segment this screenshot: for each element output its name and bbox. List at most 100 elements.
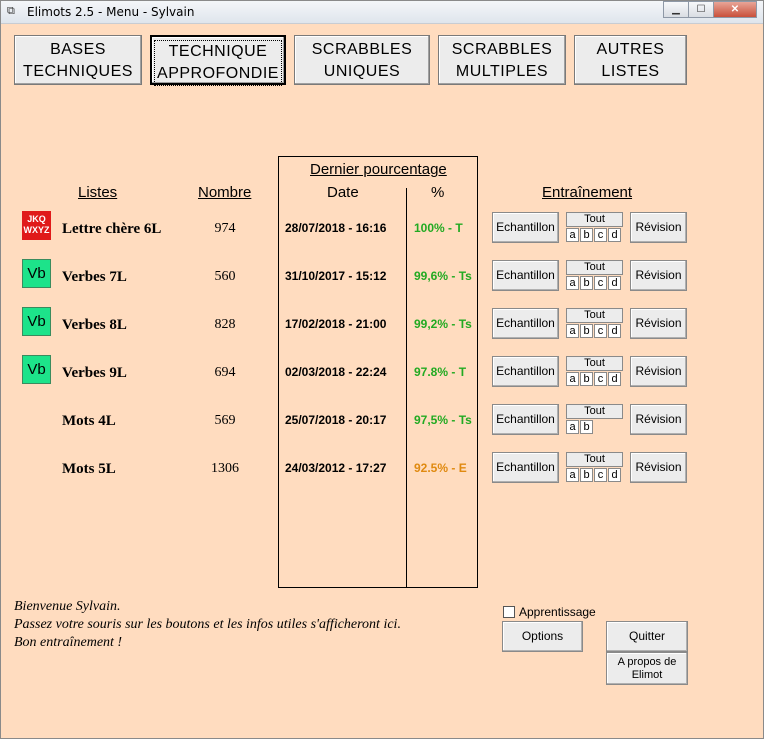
app-icon: ⧉ xyxy=(7,5,15,17)
list-count: 569 xyxy=(214,413,236,428)
options-button[interactable]: Options xyxy=(502,621,583,652)
nav-label-line2: TECHNIQUES xyxy=(23,63,133,80)
maximize-button[interactable]: ☐ xyxy=(688,1,714,18)
nav-scrabbles-uniques-button[interactable]: SCRABBLES UNIQUES xyxy=(294,35,430,85)
last-percentage-divider xyxy=(406,188,407,588)
apprentissage-checkbox[interactable] xyxy=(503,606,515,618)
nav-label-line1: SCRABBLES xyxy=(311,41,413,58)
revision-button[interactable]: Révision xyxy=(630,260,687,291)
tout-button[interactable]: Tout xyxy=(566,404,623,419)
header-dernier-pourcentage: Dernier pourcentage xyxy=(310,161,447,178)
letter-button-c[interactable]: c xyxy=(594,468,607,482)
echantillon-button[interactable]: Echantillon xyxy=(492,308,559,339)
close-button[interactable]: ✕ xyxy=(713,1,757,18)
letter-buttons: ab xyxy=(566,420,594,434)
echantillon-button[interactable]: Echantillon xyxy=(492,404,559,435)
letter-button-c[interactable]: c xyxy=(594,276,607,290)
list-name: Mots 4L xyxy=(62,413,116,429)
letter-button-a[interactable]: a xyxy=(566,372,579,386)
message-line: Bon entraînement ! xyxy=(14,635,123,650)
tout-button[interactable]: Tout xyxy=(566,356,623,371)
echantillon-button[interactable]: Echantillon xyxy=(492,452,559,483)
nav-label-line2: LISTES xyxy=(601,63,660,80)
nav-scrabbles-multiples-button[interactable]: SCRABBLES MULTIPLES xyxy=(438,35,566,85)
revision-button[interactable]: Révision xyxy=(630,308,687,339)
verb-list-icon: Vb xyxy=(22,259,51,288)
nav-label-line1: SCRABBLES xyxy=(451,41,553,58)
letter-button-d[interactable]: d xyxy=(608,468,621,482)
echantillon-button[interactable]: Echantillon xyxy=(492,212,559,243)
title-bar: ⧉ Elimots 2.5 - Menu - Sylvain ▁ ☐ ✕ xyxy=(1,1,763,24)
letter-button-d[interactable]: d xyxy=(608,324,621,338)
last-percentage: 92.5% - E xyxy=(414,461,467,475)
letter-button-c[interactable]: c xyxy=(594,372,607,386)
window-title: Elimots 2.5 - Menu - Sylvain xyxy=(27,5,195,19)
tout-button[interactable]: Tout xyxy=(566,308,623,323)
header-nombre: Nombre xyxy=(198,184,252,201)
nav-label-line1: TECHNIQUE xyxy=(168,43,268,60)
nav-label-line2: MULTIPLES xyxy=(455,63,549,80)
letter-button-b[interactable]: b xyxy=(580,324,593,338)
letter-button-d[interactable]: d xyxy=(608,372,621,386)
letter-button-b[interactable]: b xyxy=(580,468,593,482)
focus-outline: TECHNIQUE APPROFONDIE xyxy=(154,40,282,86)
nav-label-line1: BASES xyxy=(50,41,106,58)
message-line: Bienvenue Sylvain. xyxy=(14,599,121,614)
list-name: Verbes 9L xyxy=(62,365,127,381)
nav-autres-listes-button[interactable]: AUTRES LISTES xyxy=(574,35,687,85)
nav-technique-approfondie-button[interactable]: TECHNIQUE APPROFONDIE xyxy=(150,35,286,86)
info-message: Bienvenue Sylvain. Passez votre souris s… xyxy=(14,598,401,652)
revision-button[interactable]: Révision xyxy=(630,404,687,435)
nav-label-line1: AUTRES xyxy=(596,41,665,58)
last-date: 24/03/2012 - 17:27 xyxy=(285,461,387,475)
list-name: Verbes 7L xyxy=(62,269,127,285)
letter-button-b[interactable]: b xyxy=(580,228,593,242)
letter-button-d[interactable]: d xyxy=(608,228,621,242)
nav-bases-techniques-button[interactable]: BASES TECHNIQUES xyxy=(14,35,142,85)
last-date: 31/10/2017 - 15:12 xyxy=(285,269,387,283)
letter-buttons: abcd xyxy=(566,372,622,386)
letter-button-d[interactable]: d xyxy=(608,276,621,290)
letter-button-a[interactable]: a xyxy=(566,324,579,338)
revision-button[interactable]: Révision xyxy=(630,452,687,483)
letter-button-a[interactable]: a xyxy=(566,276,579,290)
verb-list-icon: Vb xyxy=(22,355,51,384)
quitter-button[interactable]: Quitter xyxy=(606,621,688,652)
letter-button-c[interactable]: c xyxy=(594,228,607,242)
header-date: Date xyxy=(327,184,359,201)
header-pct: % xyxy=(431,184,445,201)
tout-button[interactable]: Tout xyxy=(566,212,623,227)
echantillon-button[interactable]: Echantillon xyxy=(492,260,559,291)
message-line: Passez votre souris sur les boutons et l… xyxy=(14,617,401,632)
a-propos-button[interactable]: A propos de Elimot xyxy=(606,652,688,685)
letter-button-b[interactable]: b xyxy=(580,276,593,290)
letter-button-b[interactable]: b xyxy=(580,372,593,386)
letter-buttons: abcd xyxy=(566,468,622,482)
main-window: ⧉ Elimots 2.5 - Menu - Sylvain ▁ ☐ ✕ BAS… xyxy=(0,0,764,739)
nav-label-line2: APPROFONDIE xyxy=(157,65,279,82)
letter-button-b[interactable]: b xyxy=(580,420,593,434)
list-count: 560 xyxy=(214,269,236,284)
letter-button-c[interactable]: c xyxy=(594,324,607,338)
list-name: Verbes 8L xyxy=(62,317,127,333)
list-count: 974 xyxy=(214,221,236,236)
letter-button-a[interactable]: a xyxy=(566,228,579,242)
last-date: 17/02/2018 - 21:00 xyxy=(285,317,387,331)
letter-button-a[interactable]: a xyxy=(566,468,579,482)
revision-button[interactable]: Révision xyxy=(630,356,687,387)
letter-buttons: abcd xyxy=(566,228,622,242)
last-percentage: 99,2% - Ts xyxy=(414,317,472,331)
last-percentage: 97.8% - T xyxy=(414,365,467,379)
echantillon-button[interactable]: Echantillon xyxy=(492,356,559,387)
tout-button[interactable]: Tout xyxy=(566,452,623,467)
tout-button[interactable]: Tout xyxy=(566,260,623,275)
minimize-button[interactable]: ▁ xyxy=(663,1,689,18)
letter-button-a[interactable]: a xyxy=(566,420,579,434)
revision-button[interactable]: Révision xyxy=(630,212,687,243)
list-name: Lettre chère 6L xyxy=(62,221,162,237)
nav-label-line2: UNIQUES xyxy=(323,63,401,80)
letter-buttons: abcd xyxy=(566,324,622,338)
rare-letters-icon: JKQ WXYZ xyxy=(22,211,51,240)
window-controls: ▁ ☐ ✕ xyxy=(663,1,757,19)
last-percentage: 100% - T xyxy=(414,221,463,235)
